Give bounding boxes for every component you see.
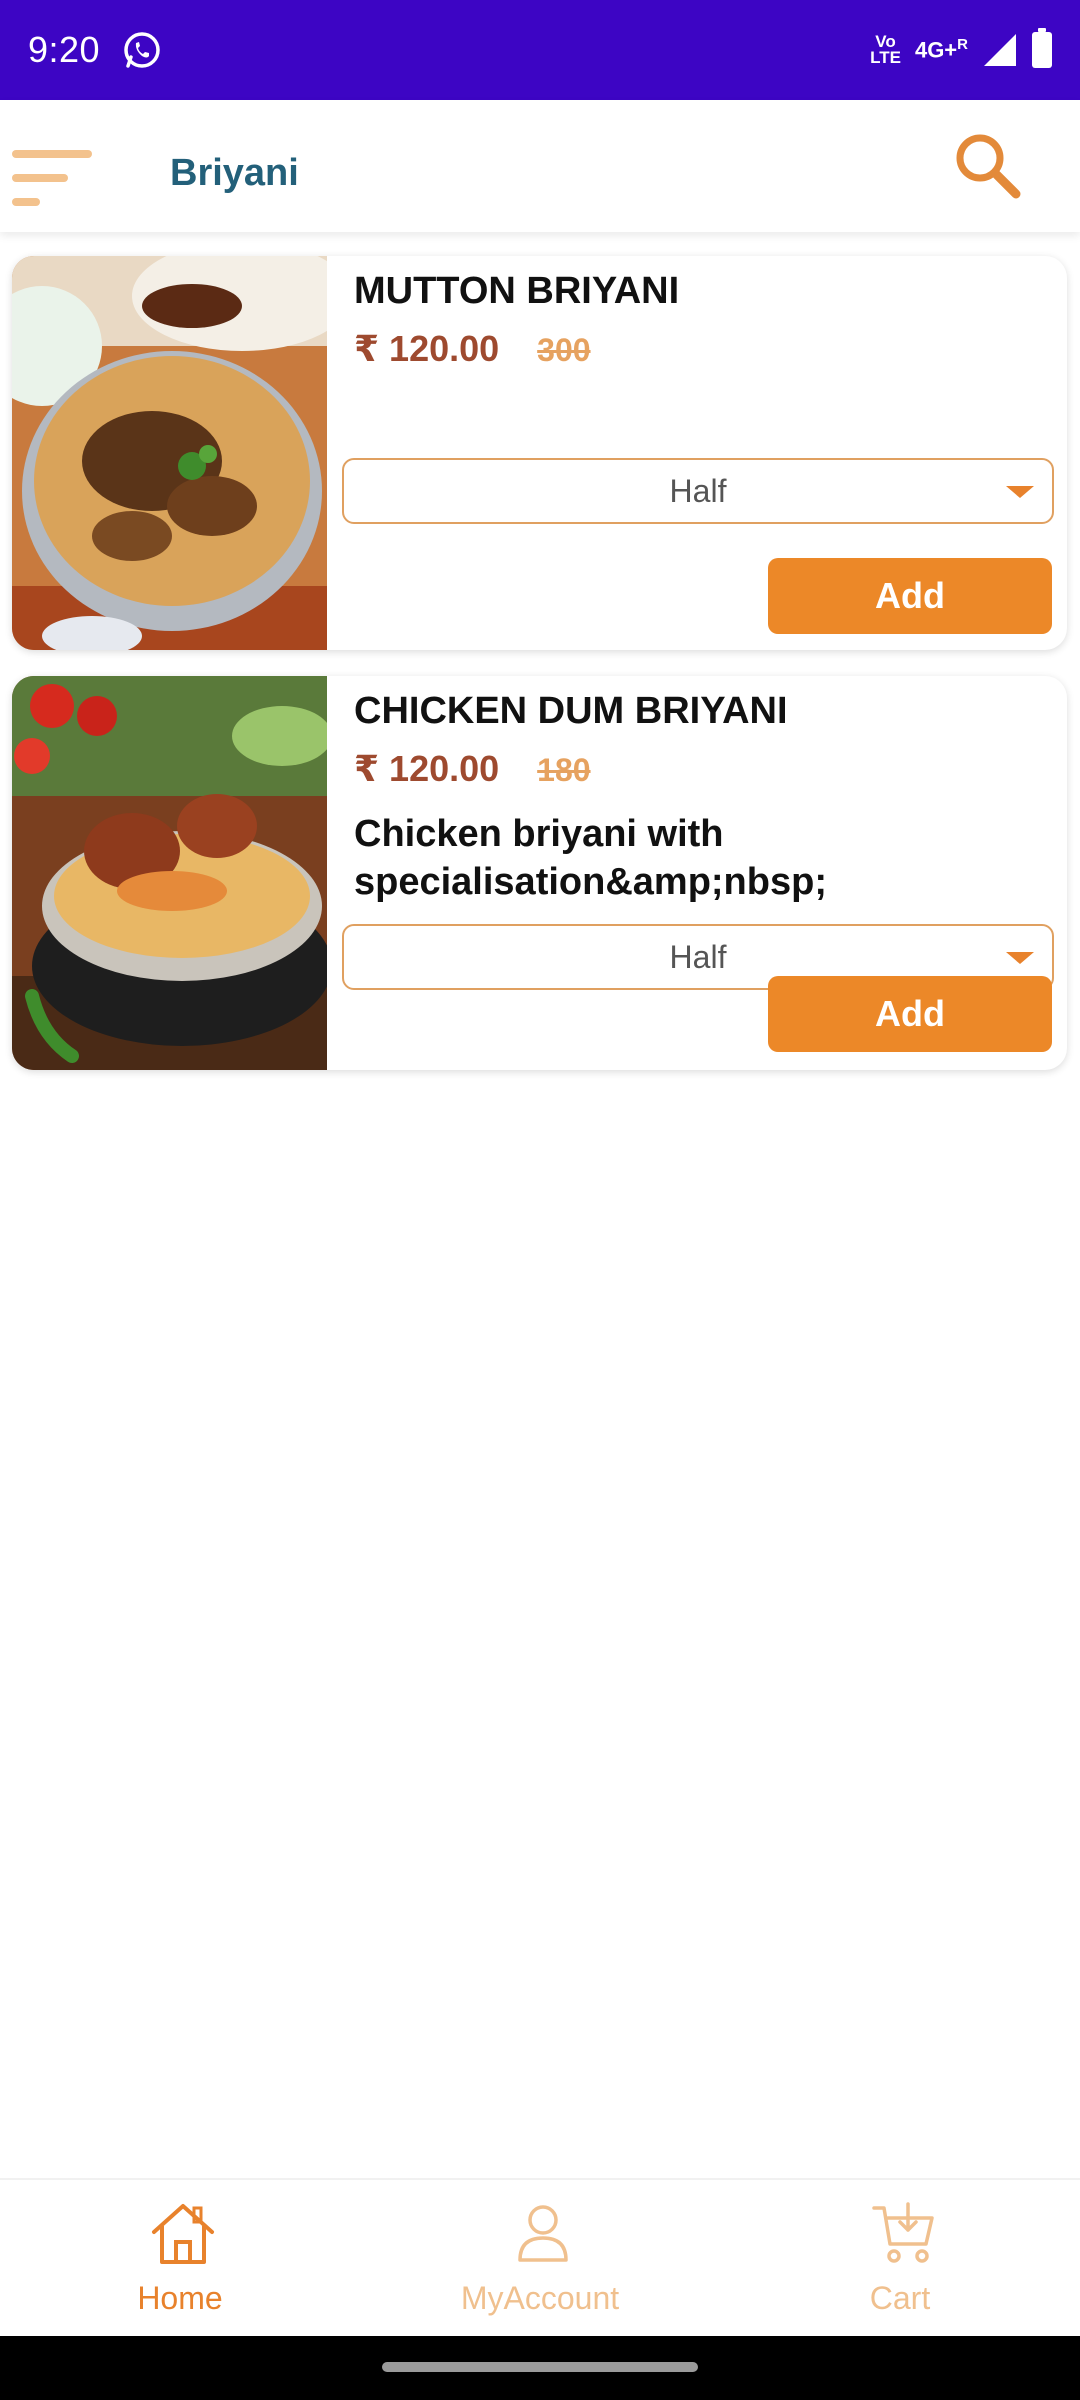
nav-myaccount[interactable]: MyAccount (360, 2180, 720, 2338)
app-bar: Briyani (0, 100, 1080, 232)
product-name: CHICKEN DUM BRIYANI (354, 690, 788, 732)
product-price: ₹ 120.00 (354, 328, 500, 369)
price-row: ₹ 120.00 180 (354, 748, 591, 790)
bottom-nav: Home MyAccount Cart (0, 2178, 1080, 2336)
chevron-down-icon (1006, 486, 1034, 498)
variant-value: Half (669, 472, 727, 509)
nav-home[interactable]: Home (0, 2180, 360, 2338)
status-time: 9:20 (28, 29, 101, 70)
volte-bottom: LTE (870, 48, 901, 67)
product-mrp: 180 (537, 752, 591, 788)
volte-indicator: Vo LTE (870, 33, 901, 67)
product-card[interactable]: MUTTON BRIYANI ₹ 120.00 300 Half Add (12, 256, 1067, 650)
user-icon (518, 2205, 568, 2262)
nav-home-label: Home (137, 2280, 223, 2316)
product-description: Chicken briyani with specialisation&amp;… (354, 813, 827, 903)
chicken-dum-briyani-image (12, 676, 327, 1070)
variant-select[interactable]: Half (342, 458, 1054, 524)
product-mrp: 300 (537, 332, 591, 368)
status-indicators: Vo LTE 4G+R (870, 28, 1052, 68)
network-type: 4G+ (914, 37, 958, 63)
product-name: MUTTON BRIYANI (354, 270, 680, 312)
product-price: ₹ 120.00 (354, 748, 500, 789)
add-button[interactable]: Add (768, 558, 1052, 634)
cart-icon (872, 2202, 934, 2263)
whatsapp-icon (124, 32, 160, 68)
add-button[interactable]: Add (768, 976, 1052, 1052)
status-bar: 9:20 Vo LTE 4G+R (0, 0, 1080, 100)
menu-icon[interactable] (12, 150, 96, 206)
nav-cart-label: Cart (869, 2280, 931, 2316)
nav-myaccount-label: MyAccount (460, 2280, 620, 2316)
signal-icon (984, 34, 1016, 66)
network-indicator: 4G+R (915, 36, 968, 63)
battery-icon (1032, 28, 1052, 68)
chevron-down-icon (1006, 952, 1034, 964)
nav-cart[interactable]: Cart (720, 2180, 1080, 2338)
mutton-briyani-image (12, 256, 327, 650)
price-row: ₹ 120.00 300 (354, 328, 591, 370)
page-title: Briyani (170, 152, 299, 194)
home-gesture-handle[interactable] (382, 2362, 698, 2372)
variant-value: Half (669, 938, 727, 975)
home-icon (152, 2204, 214, 2264)
system-gesture-bar (0, 2336, 1080, 2400)
search-icon[interactable] (950, 128, 1026, 204)
product-card[interactable]: CHICKEN DUM BRIYANI ₹ 120.00 180 Chicken… (12, 676, 1067, 1070)
roaming-indicator: R (957, 36, 968, 54)
